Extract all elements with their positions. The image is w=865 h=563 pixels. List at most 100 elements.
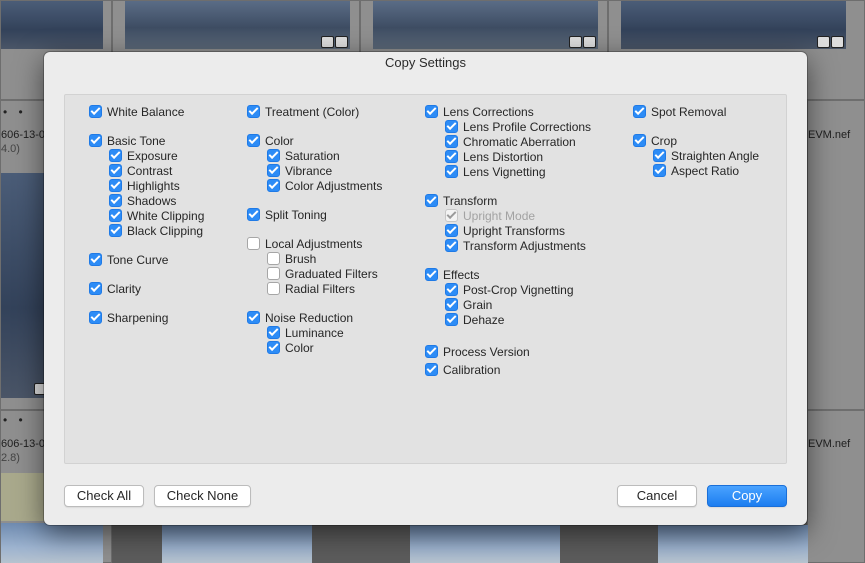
setting-transform-adjustments[interactable]: Transform Adjustments xyxy=(445,238,586,253)
checkbox-basic-tone[interactable] xyxy=(89,134,102,147)
setting-crop[interactable]: Crop xyxy=(633,133,677,148)
checkbox-spot-removal[interactable] xyxy=(633,105,646,118)
photo-thumbnail[interactable] xyxy=(1,1,103,49)
photo-thumbnail[interactable] xyxy=(621,1,846,49)
setting-vibrance[interactable]: Vibrance xyxy=(267,163,332,178)
checkbox-upright-transforms[interactable] xyxy=(445,224,458,237)
checkbox-luminance[interactable] xyxy=(267,326,280,339)
setting-radial-filters[interactable]: Radial Filters xyxy=(267,281,355,296)
checkbox-lens-distortion[interactable] xyxy=(445,150,458,163)
checkbox-process-version[interactable] xyxy=(425,345,438,358)
check-all-button[interactable]: Check All xyxy=(64,485,144,507)
checkbox-clarity[interactable] xyxy=(89,282,102,295)
setting-exposure[interactable]: Exposure xyxy=(109,148,178,163)
checkbox-noise-reduction[interactable] xyxy=(247,311,260,324)
checkbox-white-clipping[interactable] xyxy=(109,209,122,222)
setting-white-clipping[interactable]: White Clipping xyxy=(109,208,204,223)
checkbox-contrast[interactable] xyxy=(109,164,122,177)
setting-treatment-color[interactable]: Treatment (Color) xyxy=(247,104,359,119)
setting-white-balance[interactable]: White Balance xyxy=(89,104,184,119)
checkbox-saturation[interactable] xyxy=(267,149,280,162)
checkbox-vibrance[interactable] xyxy=(267,164,280,177)
setting-color[interactable]: Color xyxy=(267,340,314,355)
cell-menu-dots[interactable]: • • xyxy=(3,413,27,427)
checkbox-grain[interactable] xyxy=(445,298,458,311)
setting-noise-reduction[interactable]: Noise Reduction xyxy=(247,310,353,325)
photo-thumbnail[interactable] xyxy=(658,525,808,563)
setting-aspect-ratio[interactable]: Aspect Ratio xyxy=(653,163,739,178)
setting-highlights[interactable]: Highlights xyxy=(109,178,180,193)
grid-cell[interactable]: EVM.nef xyxy=(807,100,865,410)
checkbox-color[interactable] xyxy=(247,134,260,147)
checkbox-split-toning[interactable] xyxy=(247,208,260,221)
checkbox-exposure[interactable] xyxy=(109,149,122,162)
checkbox-highlights[interactable] xyxy=(109,179,122,192)
copy-button[interactable]: Copy xyxy=(707,485,787,507)
setting-process-version[interactable]: Process Version xyxy=(425,344,530,359)
checkbox-lens-corrections[interactable] xyxy=(425,105,438,118)
setting-transform[interactable]: Transform xyxy=(425,193,497,208)
checkbox-color-adjustments[interactable] xyxy=(267,179,280,192)
photo-thumbnail[interactable] xyxy=(373,1,598,49)
setting-clarity[interactable]: Clarity xyxy=(89,281,141,296)
setting-basic-tone[interactable]: Basic Tone xyxy=(89,133,165,148)
photo-thumbnail[interactable] xyxy=(410,525,560,563)
checkbox-aspect-ratio[interactable] xyxy=(653,164,666,177)
setting-luminance[interactable]: Luminance xyxy=(267,325,344,340)
setting-black-clipping[interactable]: Black Clipping xyxy=(109,223,203,238)
checkbox-sharpening[interactable] xyxy=(89,311,102,324)
checkbox-transform[interactable] xyxy=(425,194,438,207)
setting-tone-curve[interactable]: Tone Curve xyxy=(89,252,168,267)
checkbox-white-balance[interactable] xyxy=(89,105,102,118)
check-none-button[interactable]: Check None xyxy=(154,485,251,507)
setting-local-adjustments[interactable]: Local Adjustments xyxy=(247,236,362,251)
checkbox-black-clipping[interactable] xyxy=(109,224,122,237)
setting-color[interactable]: Color xyxy=(247,133,294,148)
setting-saturation[interactable]: Saturation xyxy=(267,148,340,163)
setting-grain[interactable]: Grain xyxy=(445,297,492,312)
setting-lens-profile-corrections[interactable]: Lens Profile Corrections xyxy=(445,119,591,134)
setting-effects[interactable]: Effects xyxy=(425,267,479,282)
setting-lens-distortion[interactable]: Lens Distortion xyxy=(445,149,543,164)
checkbox-post-crop-vignetting[interactable] xyxy=(445,283,458,296)
checkbox-shadows[interactable] xyxy=(109,194,122,207)
setting-brush[interactable]: Brush xyxy=(267,251,316,266)
grid-cell[interactable]: EVM.nef xyxy=(807,410,865,563)
setting-color-adjustments[interactable]: Color Adjustments xyxy=(267,178,382,193)
photo-thumbnail[interactable] xyxy=(1,173,45,398)
checkbox-radial-filters[interactable] xyxy=(267,282,280,295)
photo-thumbnail[interactable] xyxy=(162,525,312,563)
checkbox-calibration[interactable] xyxy=(425,363,438,376)
setting-calibration[interactable]: Calibration xyxy=(425,362,500,377)
checkbox-effects[interactable] xyxy=(425,268,438,281)
setting-upright-transforms[interactable]: Upright Transforms xyxy=(445,223,565,238)
checkbox-transform-adjustments[interactable] xyxy=(445,239,458,252)
setting-post-crop-vignetting[interactable]: Post-Crop Vignetting xyxy=(445,282,574,297)
setting-contrast[interactable]: Contrast xyxy=(109,163,172,178)
checkbox-brush[interactable] xyxy=(267,252,280,265)
checkbox-local-adjustments[interactable] xyxy=(247,237,260,250)
checkbox-crop[interactable] xyxy=(633,134,646,147)
cancel-button[interactable]: Cancel xyxy=(617,485,697,507)
setting-sharpening[interactable]: Sharpening xyxy=(89,310,168,325)
setting-lens-corrections[interactable]: Lens Corrections xyxy=(425,104,534,119)
checkbox-lens-vignetting[interactable] xyxy=(445,165,458,178)
checkbox-lens-profile-corrections[interactable] xyxy=(445,120,458,133)
photo-thumbnail[interactable] xyxy=(1,523,103,563)
checkbox-chromatic-aberration[interactable] xyxy=(445,135,458,148)
checkbox-straighten-angle[interactable] xyxy=(653,149,666,162)
checkbox-tone-curve[interactable] xyxy=(89,253,102,266)
setting-split-toning[interactable]: Split Toning xyxy=(247,207,327,222)
cell-menu-dots[interactable]: • • xyxy=(3,105,27,119)
setting-dehaze[interactable]: Dehaze xyxy=(445,312,504,327)
setting-lens-vignetting[interactable]: Lens Vignetting xyxy=(445,164,546,179)
checkbox-dehaze[interactable] xyxy=(445,313,458,326)
checkbox-color[interactable] xyxy=(267,341,280,354)
setting-graduated-filters[interactable]: Graduated Filters xyxy=(267,266,378,281)
setting-shadows[interactable]: Shadows xyxy=(109,193,176,208)
setting-spot-removal[interactable]: Spot Removal xyxy=(633,104,726,119)
setting-chromatic-aberration[interactable]: Chromatic Aberration xyxy=(445,134,576,149)
photo-thumbnail[interactable] xyxy=(125,1,350,49)
setting-straighten-angle[interactable]: Straighten Angle xyxy=(653,148,759,163)
checkbox-graduated-filters[interactable] xyxy=(267,267,280,280)
